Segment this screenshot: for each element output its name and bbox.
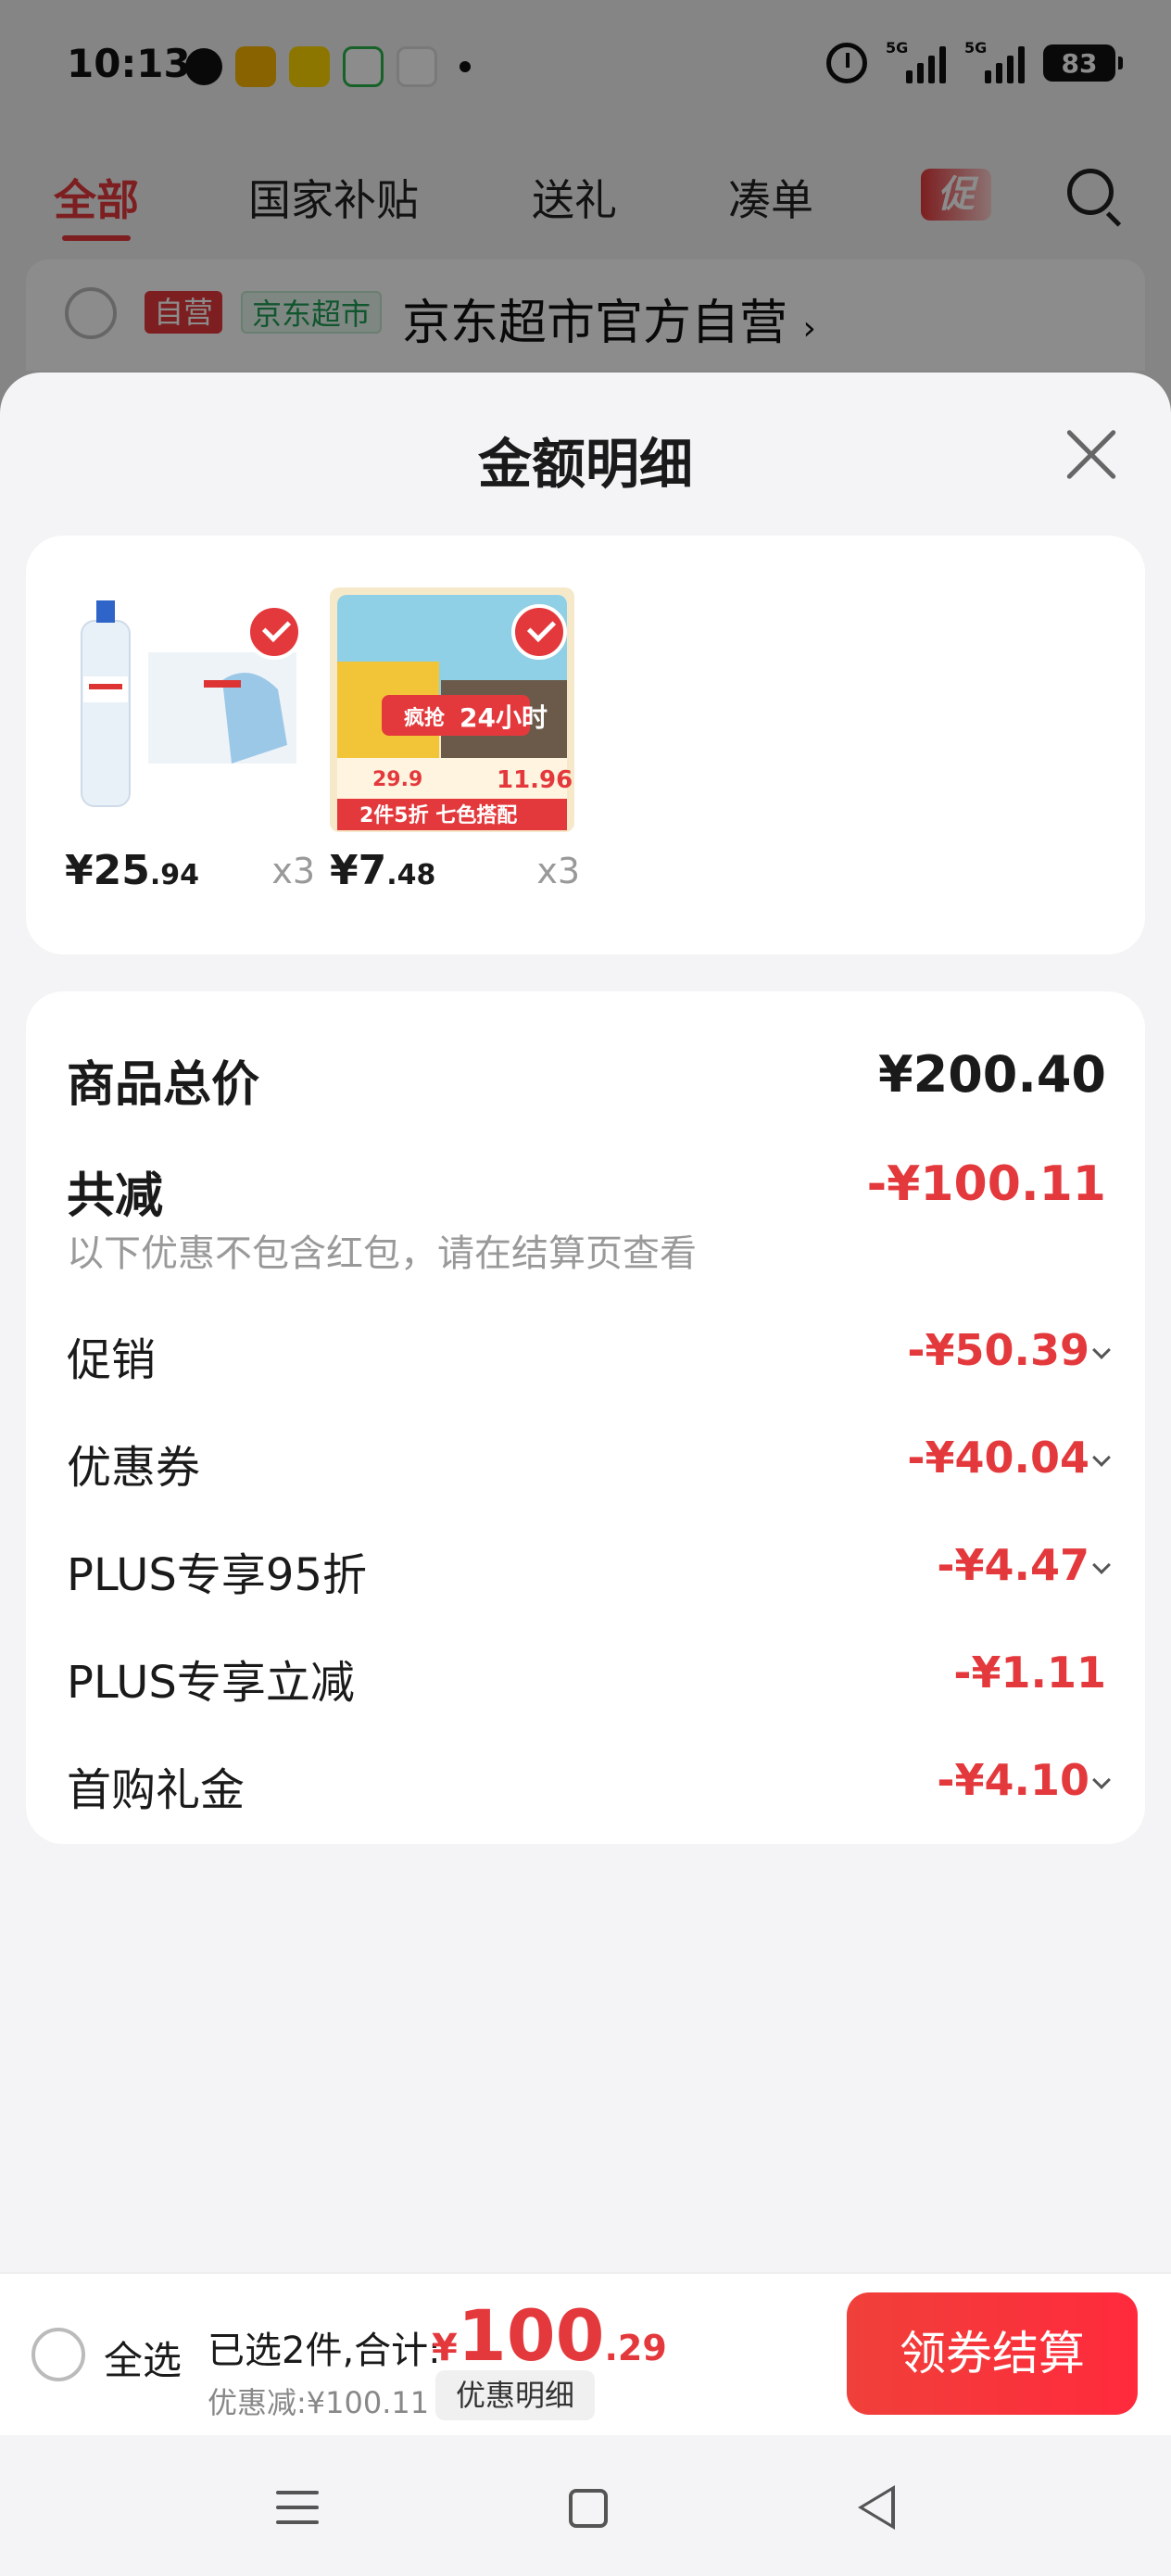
total-reduction-label: 共减 <box>67 1168 164 1224</box>
total-integer: 100 <box>457 2294 605 2377</box>
checkout-bar: 全选 已选2件,合计: ¥100.29 优惠减:¥100.11 优惠明细 领券结… <box>0 2272 1171 2435</box>
amount-detail-sheet: 金额明细 ¥25.94 x3 疯抢 24小时 29.9 11.96 2件5折 七… <box>0 373 1171 2576</box>
svg-text:2件5折 七色搭配: 2件5折 七色搭配 <box>359 803 517 827</box>
svg-text:疯抢: 疯抢 <box>404 706 446 730</box>
selected-check-icon <box>246 604 302 660</box>
product-quantity: x3 <box>536 851 580 891</box>
product-price: ¥25.94 <box>65 847 200 894</box>
products-card: ¥25.94 x3 疯抢 24小时 29.9 11.96 2件5折 七色搭配 ¥… <box>26 536 1145 954</box>
price-detail-card: 商品总价 ¥200.40 共减 -¥100.11 以下优惠不包含红包，请在结算页… <box>26 991 1145 1844</box>
discount-value: -¥50.39 <box>907 1325 1089 1375</box>
discount-label: PLUS专享95折 <box>67 1549 367 1601</box>
back-icon[interactable] <box>858 2485 895 2530</box>
total-currency: ¥ <box>432 2327 458 2369</box>
chevron-down-icon <box>1092 1448 1111 1467</box>
sunflower-seeds-icon: 疯抢 24小时 29.9 11.96 2件5折 七色搭配 <box>330 587 574 832</box>
discount-label: 优惠券 <box>67 1442 201 1494</box>
water-bottle-icon <box>65 587 309 832</box>
product-price: ¥7.48 <box>330 847 436 894</box>
reduction-note: 以下优惠不包含红包，请在结算页查看 <box>67 1232 697 1275</box>
discount-detail-button[interactable]: 优惠明细 <box>435 2370 596 2420</box>
total-reduction-value: -¥100.11 <box>866 1156 1106 1212</box>
discount-value: -¥4.47 <box>937 1540 1089 1590</box>
chevron-down-icon <box>1092 1556 1111 1574</box>
select-all-radio[interactable] <box>31 2328 85 2381</box>
selected-check-icon <box>511 604 567 660</box>
svg-text:29.9: 29.9 <box>372 768 422 791</box>
svg-text:11.96: 11.96 <box>497 766 573 794</box>
total-amount: ¥100.29 <box>432 2294 667 2377</box>
select-all-label[interactable]: 全选 <box>104 2330 182 2386</box>
discount-summary: 优惠减:¥100.11 <box>208 2385 430 2420</box>
svg-text:24小时: 24小时 <box>460 702 548 733</box>
product-item[interactable]: 疯抢 24小时 29.9 11.96 2件5折 七色搭配 ¥7.48 x3 <box>330 587 580 894</box>
total-price-label: 商品总价 <box>67 1057 260 1113</box>
selected-count-text: 已选2件,合计: <box>208 2330 441 2372</box>
home-icon[interactable] <box>569 2489 608 2528</box>
discount-value: -¥40.04 <box>907 1433 1089 1483</box>
close-icon[interactable] <box>1062 426 1119 484</box>
discount-label: 首购礼金 <box>67 1764 246 1816</box>
product-item[interactable]: ¥25.94 x3 <box>65 587 315 894</box>
discount-label: PLUS专享立减 <box>67 1657 355 1709</box>
menu-icon[interactable] <box>276 2491 319 2535</box>
sheet-title: 金额明细 <box>477 433 693 496</box>
product-quantity: x3 <box>271 851 315 891</box>
chevron-down-icon <box>1092 1341 1111 1359</box>
discount-value: -¥4.10 <box>937 1755 1089 1805</box>
chevron-down-icon <box>1092 1771 1111 1789</box>
discount-label: 促销 <box>67 1334 157 1386</box>
discount-value: -¥1.11 <box>953 1648 1106 1698</box>
checkout-button[interactable]: 领券结算 <box>847 2292 1138 2415</box>
system-nav-bar <box>0 2435 1171 2576</box>
total-price-value: ¥200.40 <box>878 1045 1106 1104</box>
total-cents: .29 <box>604 2328 667 2368</box>
